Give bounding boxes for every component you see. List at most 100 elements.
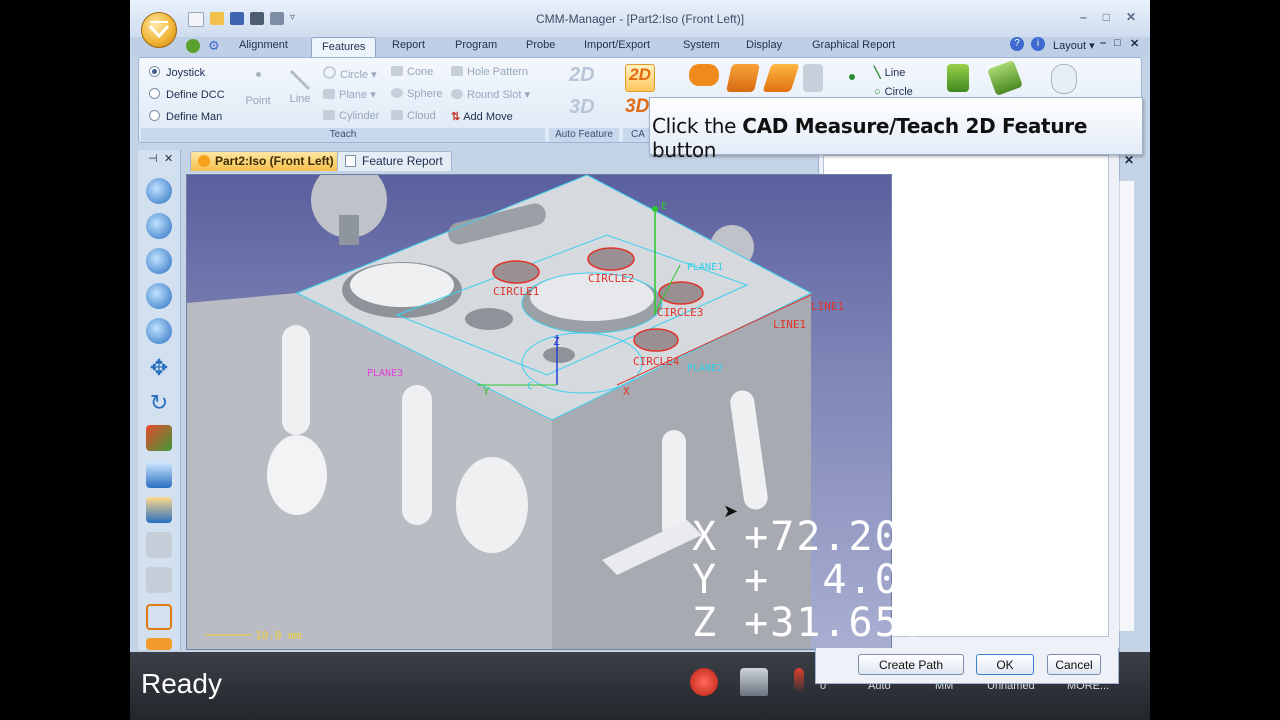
hole-pattern-button[interactable]: Hole Pattern <box>451 66 528 78</box>
application-menu-button[interactable] <box>141 12 177 48</box>
cone-icon <box>391 66 403 76</box>
line-button[interactable]: Line <box>285 68 315 105</box>
round-slot-button[interactable]: Round Slot ▾ <box>451 88 530 101</box>
tab-feature-report[interactable]: Feature Report <box>337 151 452 171</box>
part-tab-icon <box>198 155 210 167</box>
cancel-button[interactable]: Cancel <box>1047 654 1101 675</box>
point-button[interactable]: Point <box>243 72 273 107</box>
eye-view-icon[interactable] <box>146 462 172 488</box>
point-label: Point <box>245 95 271 107</box>
label-e: E <box>661 201 668 212</box>
close-button[interactable]: ✕ <box>1126 10 1136 24</box>
emergency-stop-icon[interactable] <box>690 668 718 696</box>
runner-icon[interactable]: ⚙ <box>208 38 220 54</box>
add-move-icon: ⇅ <box>451 111 461 123</box>
circle-button[interactable]: Circle ▾ <box>323 66 377 81</box>
cloud-button[interactable]: Cloud <box>391 110 436 122</box>
solid-cube-icon[interactable] <box>146 638 172 650</box>
instruction-tooltip: Click the CAD Measure/Teach 2D Feature b… <box>649 97 1143 162</box>
pen-icon[interactable] <box>1051 64 1077 94</box>
tooltip-suffix: button <box>652 138 717 162</box>
point-cloud-icon[interactable] <box>689 64 719 86</box>
zoom-selection-icon[interactable] <box>146 318 172 344</box>
maximize-button[interactable]: □ <box>1103 10 1110 24</box>
layout-menu[interactable]: Layout ▾ <box>1053 39 1095 52</box>
right-line-icon: ╲ <box>874 67 881 79</box>
tab-display[interactable]: Display <box>746 39 782 51</box>
pin-icon[interactable]: ⊣ <box>148 152 158 165</box>
joystick-icon[interactable] <box>740 668 768 696</box>
tab-features[interactable]: Features <box>311 37 377 57</box>
toolbar-close-icon[interactable]: ✕ <box>164 152 173 165</box>
plane-button[interactable]: Plane ▾ <box>323 88 376 101</box>
report-tab-icon <box>345 155 356 167</box>
tab-system[interactable]: System <box>683 39 720 51</box>
zoom-out-icon[interactable] <box>146 213 172 239</box>
minimize-button[interactable]: – <box>1080 10 1087 24</box>
zoom-window-icon[interactable] <box>146 283 172 309</box>
label-x: X <box>623 385 630 398</box>
label-circle4: CIRCLE4 <box>633 355 680 368</box>
rotate-icon[interactable]: ↻ <box>146 390 172 416</box>
section-view-icon[interactable] <box>146 497 172 523</box>
info-icon[interactable]: i <box>1031 37 1045 51</box>
sphere-icon <box>391 88 403 98</box>
auto-feature-group-label: Auto Feature <box>549 128 619 142</box>
pan-icon[interactable]: ✥ <box>146 355 172 381</box>
label-line1: LINE1 <box>773 318 807 331</box>
line-icon <box>289 69 311 91</box>
app-logo-icon <box>148 21 170 39</box>
auto-feature-2d-button[interactable]: 2D <box>569 64 595 87</box>
tab-part2-iso[interactable]: Part2:Iso (Front Left) <box>190 151 343 171</box>
tab-probe[interactable]: Probe <box>526 39 555 51</box>
tab-graphical-report[interactable]: Graphical Report <box>812 39 895 51</box>
disabled-view-2-icon <box>146 567 172 593</box>
tab-import-export[interactable]: Import/Export <box>584 39 650 51</box>
zoom-fit-icon[interactable] <box>146 248 172 274</box>
hole-pattern-label: Hole Pattern <box>467 66 529 78</box>
help-icon[interactable]: ? <box>1010 37 1024 51</box>
right-line-button[interactable]: ╲ Line <box>874 66 905 79</box>
cylinder-button[interactable]: Cylinder <box>323 110 379 122</box>
panel-scrollbar[interactable] <box>1119 181 1134 631</box>
cone-button[interactable]: Cone <box>391 66 433 78</box>
cmm-manager-window: ▿ CMM-Manager - [Part2:Iso (Front Left)]… <box>130 0 1150 720</box>
label-plane1: PLANE1 <box>687 262 724 273</box>
round-slot-label: Round Slot <box>467 89 522 101</box>
cylinder-label: Cylinder <box>339 110 380 122</box>
point-small-icon[interactable] <box>849 74 855 80</box>
dro-y: Y + 4.000 <box>692 557 953 603</box>
green-report-icon[interactable] <box>987 60 1023 96</box>
ribbon-minimize-button[interactable]: – <box>1100 37 1106 49</box>
joystick-radio[interactable]: Joystick <box>149 66 205 79</box>
tab-report[interactable]: Report <box>392 39 425 51</box>
cloud-icon <box>391 110 403 120</box>
create-path-button[interactable]: Create Path <box>858 654 964 675</box>
ribbon-restore-button[interactable]: □ <box>1114 37 1121 49</box>
tab-alignment[interactable]: Alignment <box>239 39 288 51</box>
ok-button[interactable]: OK <box>976 654 1034 675</box>
rotate-view-icon[interactable] <box>146 425 172 451</box>
wireframe-cube-icon[interactable] <box>146 604 172 630</box>
cad-measure-teach-3d-button[interactable]: 3D <box>625 96 649 118</box>
tab-program[interactable]: Program <box>455 39 497 51</box>
define-man-radio[interactable]: Define Man <box>149 110 222 123</box>
green-document-icon[interactable] <box>947 64 969 92</box>
surface-icon[interactable] <box>762 64 800 92</box>
add-move-button[interactable]: ⇅ Add Move <box>451 110 513 123</box>
probe-tool-icon[interactable] <box>803 64 823 92</box>
define-dcc-label: Define DCC <box>166 89 225 101</box>
green-probe-icon[interactable] <box>186 39 200 53</box>
auto-feature-3d-button[interactable]: 3D <box>569 96 595 119</box>
dro-x: X +72.200 <box>692 514 927 560</box>
cad-measure-teach-2d-button[interactable]: 2D <box>625 64 655 92</box>
right-line-label: Line <box>884 67 906 79</box>
ribbon-close-button[interactable]: ✕ <box>1130 37 1139 50</box>
scale-bar-label: 10.0 mm <box>255 629 302 642</box>
radio-off-icon <box>149 110 160 121</box>
zoom-in-icon[interactable] <box>146 178 172 204</box>
sphere-button[interactable]: Sphere <box>391 88 442 100</box>
label-magenta-plane: PLANE3 <box>367 368 404 379</box>
layers-icon[interactable] <box>726 64 760 92</box>
define-dcc-radio[interactable]: Define DCC <box>149 88 225 101</box>
